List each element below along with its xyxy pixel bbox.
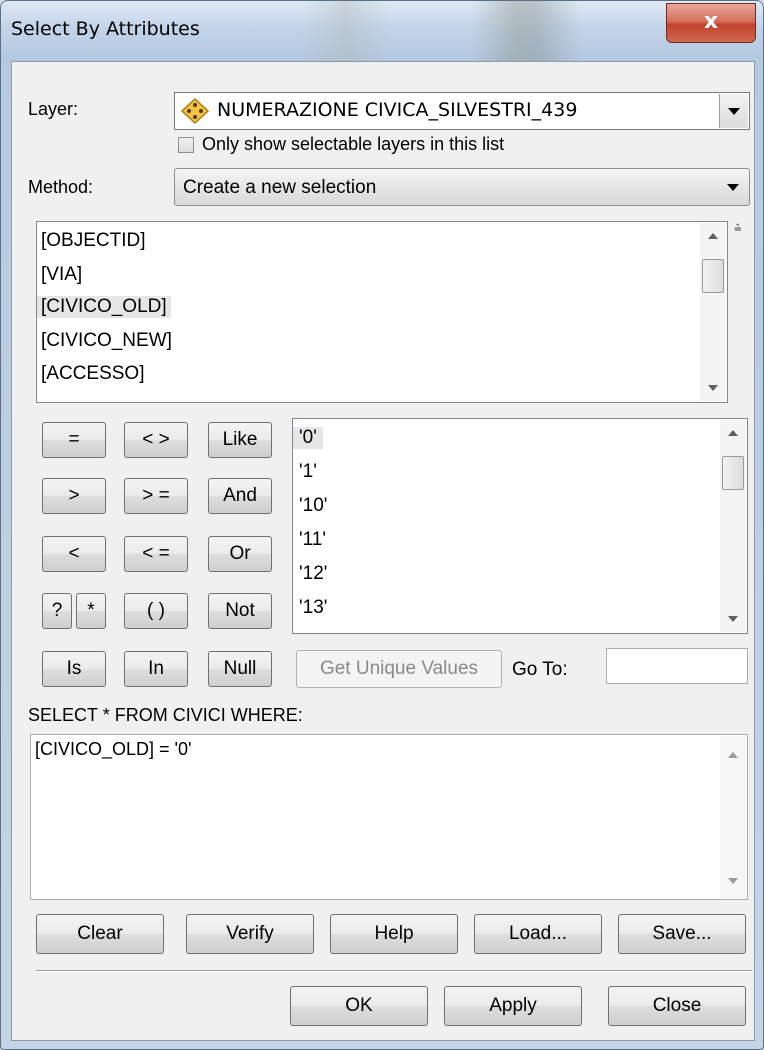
operator-and-button[interactable]: And bbox=[208, 478, 272, 514]
load-button[interactable]: Load... bbox=[474, 914, 602, 954]
chevron-down-icon bbox=[727, 184, 739, 191]
dialog-body: Layer: NUMERAZIONE CIVICA_SILVESTRI_439 … bbox=[11, 61, 755, 1041]
method-label: Method: bbox=[28, 177, 94, 197]
apply-button[interactable]: Apply bbox=[444, 986, 582, 1026]
get-unique-values-button[interactable]: Get Unique Values bbox=[296, 650, 502, 688]
chevron-up-icon bbox=[728, 752, 738, 758]
scroll-thumb[interactable] bbox=[722, 456, 744, 490]
value-item[interactable]: '10' bbox=[293, 495, 333, 517]
scroll-up-arrow[interactable] bbox=[720, 420, 746, 446]
operator-equals-button[interactable]: = bbox=[42, 422, 106, 458]
method-dropdown[interactable]: Create a new selection bbox=[174, 168, 750, 206]
scroll-down-arrow[interactable] bbox=[700, 375, 726, 401]
operator-less-button[interactable]: < bbox=[42, 536, 106, 572]
chevron-down-icon bbox=[728, 107, 740, 115]
value-item[interactable]: '11' bbox=[293, 529, 332, 551]
field-item[interactable]: [OBJECTID] bbox=[37, 230, 150, 252]
window-title: Select By Attributes bbox=[11, 18, 200, 40]
field-item[interactable]: [VIA] bbox=[37, 264, 86, 286]
chevron-down-icon bbox=[708, 385, 718, 391]
operator-null-button[interactable]: Null bbox=[208, 651, 272, 687]
titlebar-glass-effect bbox=[301, 1, 391, 61]
layer-dropdown-value: NUMERAZIONE CIVICA_SILVESTRI_439 bbox=[217, 99, 578, 121]
fields-list[interactable]: [OBJECTID] [VIA] [CIVICO_OLD] [CIVICO_NE… bbox=[36, 221, 728, 403]
sql-scrollbar[interactable] bbox=[720, 736, 746, 898]
operator-greater-button[interactable]: > bbox=[42, 478, 106, 514]
scroll-thumb[interactable] bbox=[702, 259, 724, 293]
operator-wildcard-button[interactable]: * bbox=[76, 593, 106, 629]
operator-not-equal-button[interactable]: < > bbox=[124, 422, 188, 458]
field-item[interactable]: [ACCESSO] bbox=[37, 363, 148, 385]
close-button[interactable]: Close bbox=[608, 986, 746, 1026]
sql-prefix-label: SELECT * FROM CIVICI WHERE: bbox=[28, 705, 303, 725]
help-button[interactable]: Help bbox=[330, 914, 458, 954]
fields-scrollbar[interactable] bbox=[700, 223, 726, 401]
operator-less-equal-button[interactable]: < = bbox=[124, 536, 188, 572]
operator-parentheses-button[interactable]: ( ) bbox=[124, 593, 188, 629]
chevron-down-icon bbox=[728, 616, 738, 622]
sql-expression-box[interactable]: [CIVICO_OLD] = '0' bbox=[30, 734, 748, 900]
layer-dropdown[interactable]: NUMERAZIONE CIVICA_SILVESTRI_439 bbox=[174, 92, 750, 130]
field-item[interactable]: [CIVICO_NEW] bbox=[37, 330, 176, 352]
scroll-up-arrow[interactable] bbox=[700, 223, 726, 249]
title-bar[interactable]: Select By Attributes x bbox=[1, 1, 763, 61]
operator-like-button[interactable]: Like bbox=[208, 422, 272, 458]
values-scrollbar[interactable] bbox=[720, 420, 746, 632]
value-item-selected[interactable]: '0' bbox=[293, 427, 323, 449]
goto-label: Go To: bbox=[512, 659, 568, 680]
chevron-up-icon bbox=[728, 430, 738, 436]
operator-in-button[interactable]: In bbox=[124, 651, 188, 687]
field-item-selected[interactable]: [CIVICO_OLD] bbox=[37, 296, 171, 318]
layer-dropdown-arrow[interactable] bbox=[719, 94, 748, 128]
window-close-button[interactable]: x bbox=[666, 3, 756, 43]
scroll-down-arrow[interactable] bbox=[720, 606, 746, 632]
layer-label: Layer: bbox=[28, 99, 79, 119]
method-dropdown-value: Create a new selection bbox=[183, 177, 377, 198]
save-button[interactable]: Save... bbox=[618, 914, 746, 954]
chevron-up-icon bbox=[708, 233, 718, 239]
operator-not-button[interactable]: Not bbox=[208, 593, 272, 629]
operator-is-button[interactable]: Is bbox=[42, 651, 106, 687]
operator-greater-equal-button[interactable]: > = bbox=[124, 478, 188, 514]
clear-button[interactable]: Clear bbox=[36, 914, 164, 954]
ok-button[interactable]: OK bbox=[290, 986, 428, 1026]
only-selectable-label: Only show selectable layers in this list bbox=[202, 134, 505, 154]
feature-layer-icon bbox=[181, 98, 209, 124]
operator-single-char-button[interactable]: ? bbox=[42, 593, 72, 629]
verify-button[interactable]: Verify bbox=[186, 914, 314, 954]
chevron-down-icon bbox=[728, 878, 738, 884]
list-resize-handle-icon[interactable]: ⩮ bbox=[734, 220, 742, 236]
operator-or-button[interactable]: Or bbox=[208, 536, 272, 572]
value-item[interactable]: '1' bbox=[293, 461, 323, 483]
titlebar-glass-effect bbox=[471, 1, 581, 61]
values-list[interactable]: '0' '1' '10' '11' '12' '13' bbox=[292, 418, 748, 634]
value-item[interactable]: '13' bbox=[293, 597, 333, 619]
only-selectable-checkbox[interactable] bbox=[178, 137, 194, 153]
dialog-window: Select By Attributes x Layer: NUMERAZION… bbox=[0, 0, 764, 1050]
value-item[interactable]: '12' bbox=[293, 563, 333, 585]
footer-separator bbox=[36, 970, 752, 972]
goto-input[interactable] bbox=[606, 648, 748, 684]
sql-expression-text: [CIVICO_OLD] = '0' bbox=[35, 739, 192, 759]
